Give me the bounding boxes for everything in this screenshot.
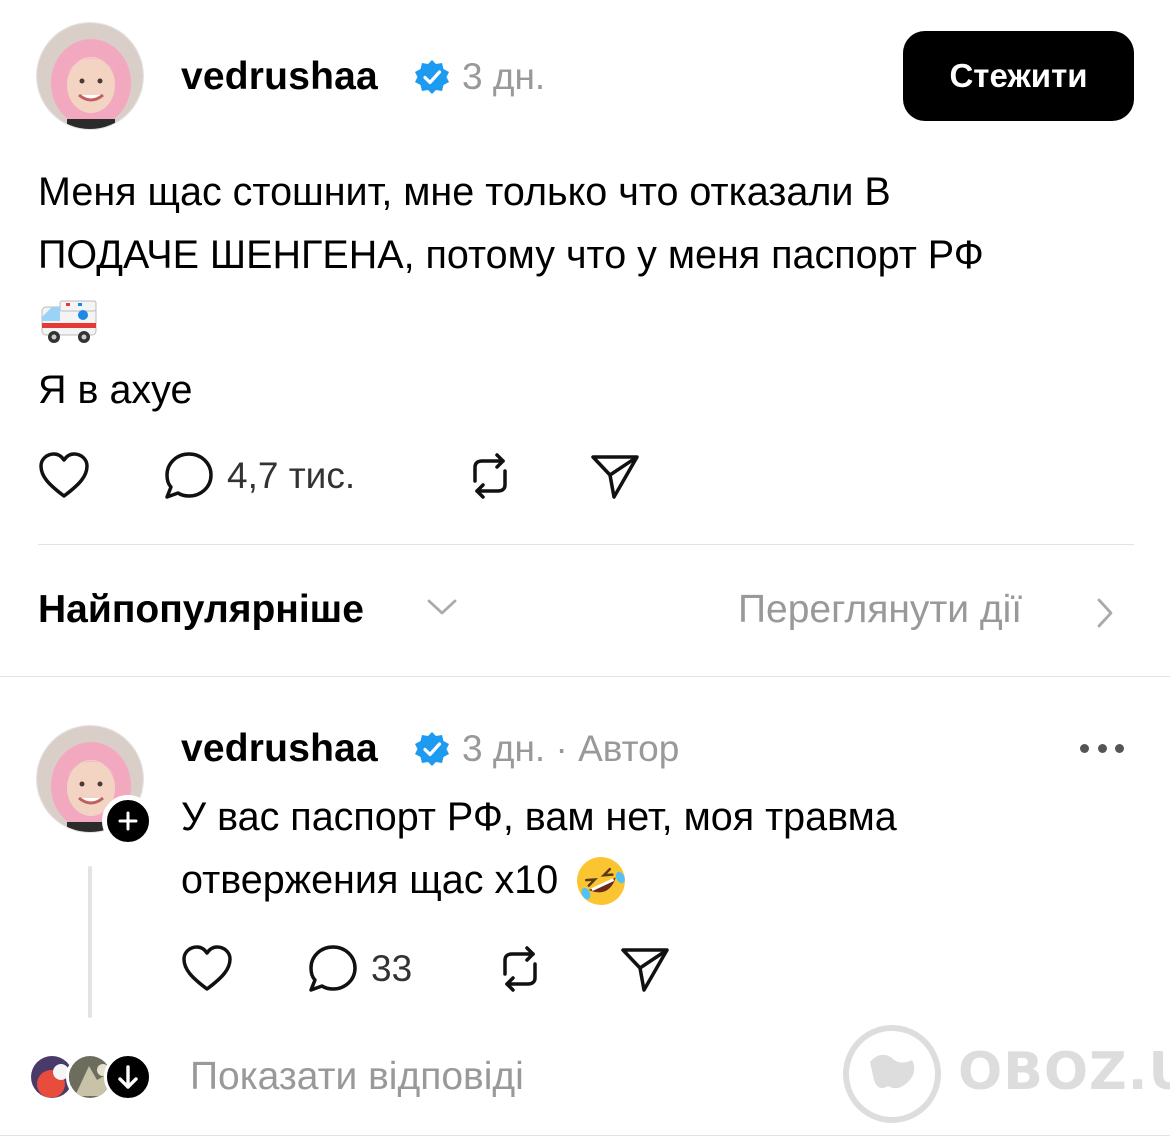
post-text-line: ПОДАЧЕ ШЕНГЕНА, потому что у меня паспор… xyxy=(38,233,984,277)
reply-comment-count: 33 xyxy=(371,948,413,989)
globe-icon xyxy=(843,1025,941,1123)
reply-repost-button[interactable] xyxy=(495,944,545,994)
share-button[interactable] xyxy=(590,453,640,499)
divider xyxy=(0,676,1170,677)
show-replies-link[interactable]: Показати відповіді xyxy=(190,1055,524,1099)
plus-icon xyxy=(118,811,138,831)
reply-username[interactable]: vedrushaa xyxy=(181,727,378,771)
chevron-down-icon[interactable] xyxy=(425,596,459,618)
reply-share-button[interactable] xyxy=(620,946,670,992)
ambulance-emoji xyxy=(38,287,1148,359)
share-icon xyxy=(621,948,669,992)
post-username[interactable]: vedrushaa xyxy=(181,55,378,99)
post-text-line: Меня щас стошнит, мне только что отказал… xyxy=(38,170,891,214)
dot xyxy=(1115,743,1124,753)
meta-separator: · xyxy=(555,728,568,769)
repost-icon xyxy=(503,946,537,992)
verified-badge-icon xyxy=(415,60,449,94)
author-tag: Автор xyxy=(578,728,680,769)
reply-like-button[interactable] xyxy=(181,945,233,993)
comment-icon xyxy=(165,452,213,499)
repost-icon xyxy=(473,453,507,499)
post-text-line: Я в ахуе xyxy=(38,368,193,412)
verified-badge-icon xyxy=(415,732,449,766)
author-avatar[interactable] xyxy=(36,22,144,130)
comment-count: 4,7 тис. xyxy=(227,455,356,496)
repost-button[interactable] xyxy=(465,451,515,501)
arrow-down-icon xyxy=(118,1065,138,1089)
replier-avatars[interactable] xyxy=(28,1053,158,1101)
reply-text-line: отвержения щас x10 xyxy=(181,858,559,902)
reply-body: У вас паспорт РФ, вам нет, моя травма от… xyxy=(181,786,1131,912)
rolling-on-floor-laughing-emoji xyxy=(577,856,626,905)
reply-comment-button[interactable]: 33 xyxy=(307,943,412,995)
comment-button[interactable]: 4,7 тис. xyxy=(163,450,355,502)
share-icon xyxy=(591,455,639,499)
like-button[interactable] xyxy=(38,452,90,500)
dot xyxy=(1097,743,1107,753)
heart-icon xyxy=(182,945,232,991)
heart-icon xyxy=(39,452,89,498)
expand-replies-button[interactable] xyxy=(104,1053,152,1101)
view-activity-link[interactable]: Переглянути дії xyxy=(738,588,1022,632)
divider xyxy=(38,544,1134,545)
dot xyxy=(1080,743,1089,753)
watermark-text: OBOZ.UA xyxy=(958,1042,1170,1102)
sort-dropdown[interactable]: Найпопулярніше xyxy=(38,588,364,632)
reply-time: 3 дн. · Автор xyxy=(462,728,679,770)
thread-line xyxy=(88,866,92,1018)
follow-plus-button[interactable] xyxy=(102,795,154,847)
follow-button[interactable]: Стежити xyxy=(903,31,1134,121)
oboz-watermark: OBOZ.UA xyxy=(840,1020,1170,1130)
comment-icon xyxy=(309,945,357,992)
chevron-right-icon[interactable] xyxy=(1094,596,1116,630)
reply-text-line: У вас паспорт РФ, вам нет, моя травма xyxy=(181,795,897,839)
reply-time-value: 3 дн. xyxy=(462,728,546,769)
post-time: 3 дн. xyxy=(462,56,546,97)
more-options-button[interactable] xyxy=(1080,738,1124,758)
post-body: Меня щас стошнит, мне только что отказал… xyxy=(38,161,1148,422)
divider xyxy=(0,1135,1170,1136)
